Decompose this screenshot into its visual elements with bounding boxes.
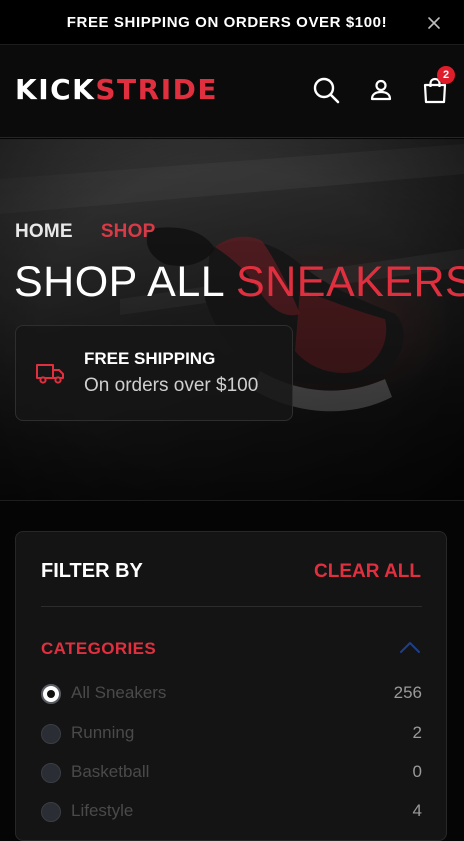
close-icon[interactable] [426, 15, 442, 31]
radio-button[interactable] [41, 763, 61, 783]
page-title-part2: SNEAKERS [236, 258, 464, 306]
filter-title: FILTER BY [41, 560, 143, 582]
category-option-count: 256 [393, 683, 422, 702]
category-option-label: Lifestyle [71, 801, 134, 820]
site-header: KICKSTRIDE [0, 45, 464, 138]
filter-divider [41, 606, 422, 607]
category-option-label: Basketball [71, 762, 150, 781]
user-icon[interactable] [366, 75, 396, 105]
sneaker-photo-background [0, 139, 464, 500]
radio-button[interactable] [41, 724, 61, 744]
search-icon[interactable] [311, 75, 341, 105]
hero-banner: HOME SHOP SHOP ALL SNEAKERS FREE SHIPPIN… [0, 139, 464, 501]
cart-count-badge: 2 [437, 66, 455, 84]
free-shipping-card: FREE SHIPPING On orders over $100 [15, 325, 293, 421]
announcement-bar: FREE SHIPPING ON ORDERS OVER $100! [0, 0, 464, 45]
breadcrumb: HOME SHOP [15, 221, 155, 243]
radio-button[interactable] [41, 802, 61, 822]
logo[interactable]: KICKSTRIDE [15, 73, 218, 107]
category-option-running[interactable]: Running 2 [41, 722, 422, 746]
category-option-count: 2 [412, 723, 422, 742]
announcement-text: FREE SHIPPING ON ORDERS OVER $100! [66, 13, 388, 31]
category-option-count: 0 [412, 762, 422, 781]
category-option-label: Running [71, 723, 135, 742]
page-title-part1: SHOP ALL [14, 258, 224, 306]
filter-panel: FILTER BY CLEAR ALL CATEGORIES All Sneak… [15, 531, 447, 841]
logo-part-stride: STRIDE [95, 73, 218, 106]
clear-all-button[interactable]: CLEAR ALL [314, 561, 421, 583]
shipping-card-title: FREE SHIPPING [84, 349, 216, 368]
category-option-all-sneakers[interactable]: All Sneakers 256 [41, 682, 422, 706]
categories-heading[interactable]: CATEGORIES [41, 639, 156, 659]
shipping-card-subtitle: On orders over $100 [84, 375, 259, 396]
breadcrumb-home-link[interactable]: HOME [15, 221, 73, 243]
logo-part-kick: KICK [15, 73, 96, 106]
radio-button[interactable] [41, 684, 61, 704]
category-option-lifestyle[interactable]: Lifestyle 4 [41, 800, 422, 824]
page-title: SHOP ALL SNEAKERS [14, 257, 464, 307]
chevron-up-icon[interactable] [399, 640, 421, 654]
category-option-count: 4 [412, 801, 422, 820]
category-option-label: All Sneakers [71, 683, 167, 702]
truck-icon [36, 364, 64, 384]
breadcrumb-current-shop[interactable]: SHOP [101, 221, 156, 243]
category-option-basketball[interactable]: Basketball 0 [41, 761, 422, 785]
